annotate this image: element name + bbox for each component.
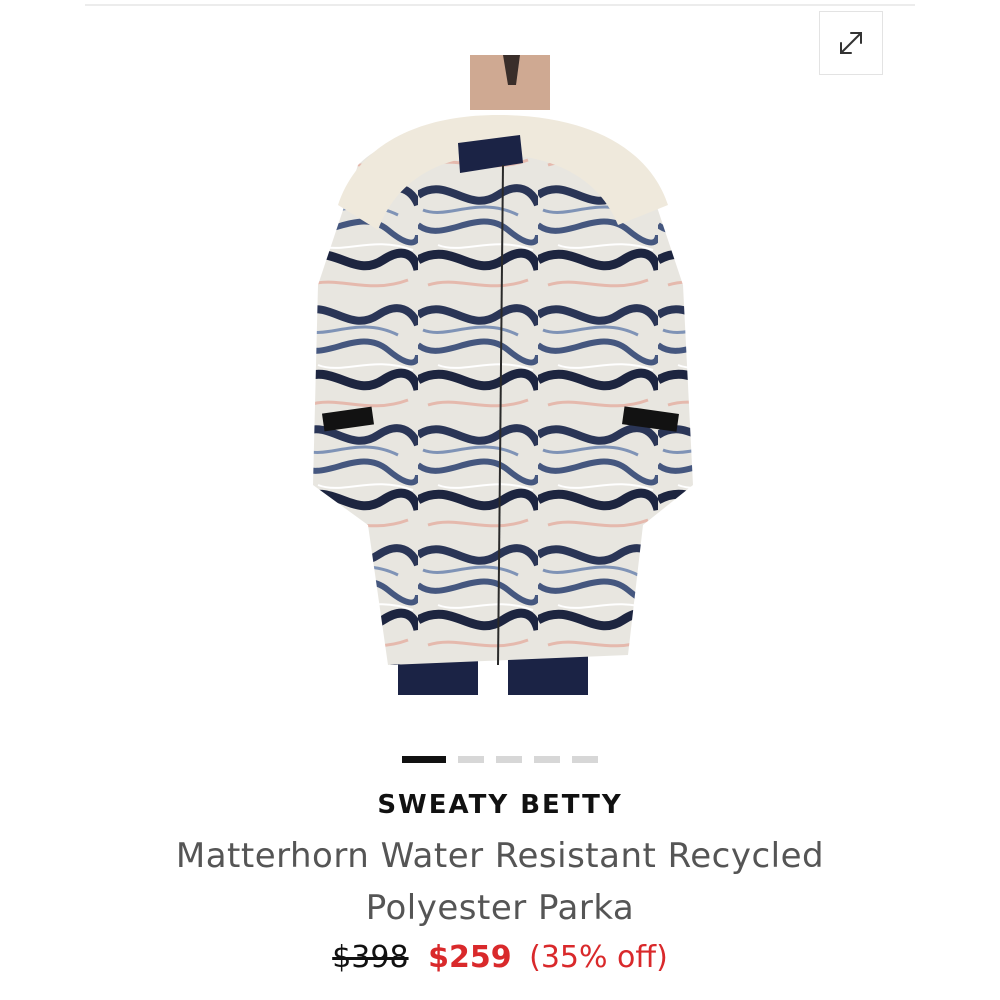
product-page: SWEATY BETTY Matterhorn Water Resistant …: [0, 0, 1000, 1000]
product-image[interactable]: [298, 55, 703, 695]
carousel-dot-4[interactable]: [534, 756, 560, 763]
expand-arrows-icon: [840, 32, 862, 54]
carousel-dot-2[interactable]: [458, 756, 484, 763]
carousel-dot-5[interactable]: [572, 756, 598, 763]
carousel-dot-3[interactable]: [496, 756, 522, 763]
sale-price: $259: [428, 940, 512, 975]
brand-name[interactable]: SWEATY BETTY: [0, 790, 1000, 820]
carousel-dot-1[interactable]: [402, 756, 446, 763]
product-title: Matterhorn Water Resistant Recycled Poly…: [175, 836, 825, 928]
top-divider: [85, 4, 915, 6]
price-row: $398 $259 (35% off): [0, 940, 1000, 975]
original-price: $398: [332, 940, 409, 975]
discount-label: (35% off): [529, 940, 668, 975]
carousel-dots: [0, 756, 1000, 763]
expand-image-button[interactable]: [819, 11, 883, 75]
